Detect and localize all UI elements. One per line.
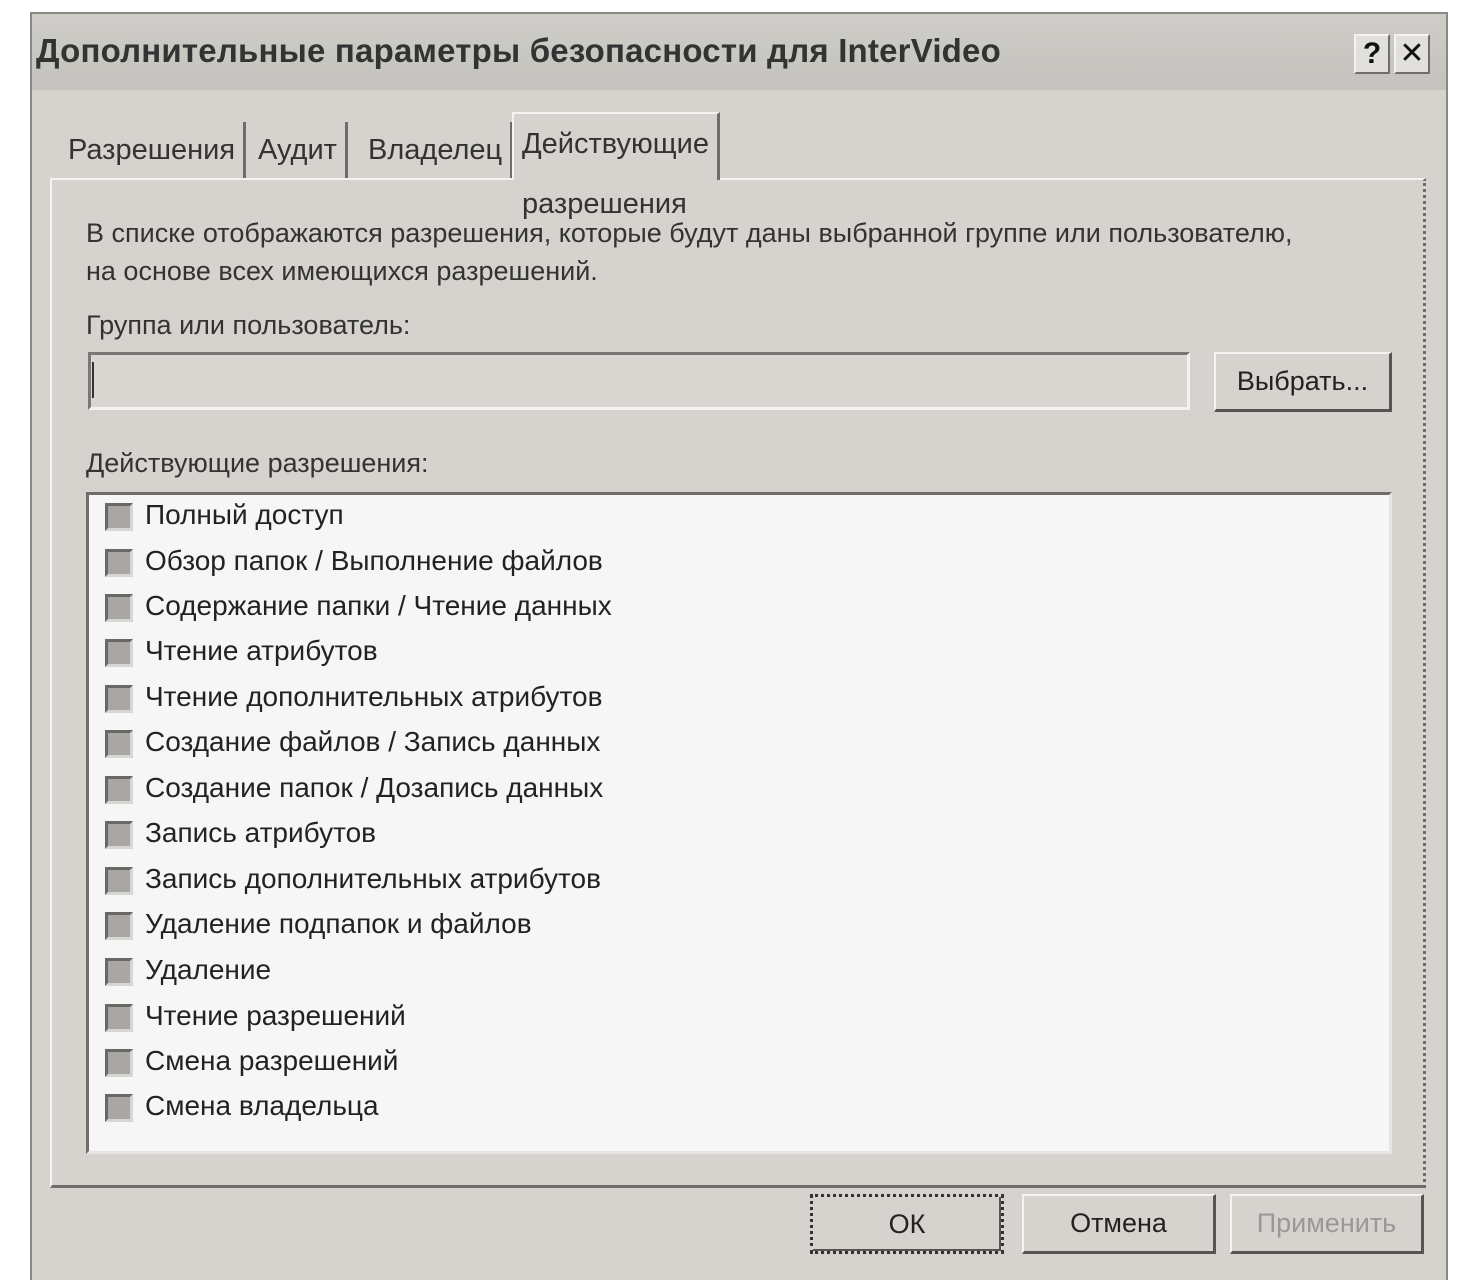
checkbox-change-permissions [105,1049,133,1077]
help-button[interactable]: ? [1354,34,1390,74]
permission-label: Обзор папок / Выполнение файлов [145,545,603,576]
tab-owner[interactable]: Владелец [360,122,514,178]
permission-label: Смена владельца [145,1090,379,1121]
title-bar: Дополнительные параметры безопасности дл… [32,14,1446,90]
permission-label: Создание файлов / Запись данных [145,726,601,757]
tab-audit[interactable]: Аудит [250,122,348,178]
checkbox-list-read [105,594,133,622]
list-item: Создание файлов / Запись данных [105,726,1005,766]
list-item: Смена владельца [105,1090,1005,1130]
list-item: Запись атрибутов [105,817,1005,857]
list-item: Полный доступ [105,499,1005,539]
list-item: Чтение разрешений [105,1000,1005,1040]
list-item: Чтение атрибутов [105,635,1005,675]
permission-label: Смена разрешений [145,1045,399,1076]
description-text: В списке отображаются разрешения, которы… [86,214,1386,290]
security-dialog: Дополнительные параметры безопасности дл… [30,12,1448,1280]
close-button[interactable]: ✕ [1394,34,1430,74]
permission-label: Удаление [145,954,272,985]
checkbox-read-attributes [105,639,133,667]
checkbox-write-ext-attributes [105,867,133,895]
checkbox-delete-subfolders [105,912,133,940]
checkbox-full-access [105,503,133,531]
permission-label: Запись дополнительных атрибутов [145,863,601,894]
checkbox-read-permissions [105,1004,133,1032]
list-item: Смена разрешений [105,1045,1005,1085]
description-line-2: на основе всех имеющихся разрешений. [86,256,598,286]
permission-label: Запись атрибутов [145,817,377,848]
cancel-button[interactable]: Отмена [1022,1194,1216,1254]
description-line-1: В списке отображаются разрешения, которы… [86,218,1293,248]
list-item: Удаление подпапок и файлов [105,908,1005,948]
select-button[interactable]: Выбрать... [1214,352,1392,412]
tab-effective-permissions[interactable]: Действующие разрешения [512,112,720,220]
permission-label: Полный доступ [145,499,344,530]
permission-label: Чтение дополнительных атрибутов [145,681,603,712]
permission-label: Чтение разрешений [145,1000,406,1031]
list-item: Обзор папок / Выполнение файлов [105,545,1005,585]
list-item: Содержание папки / Чтение данных [105,590,1005,630]
ok-button[interactable]: ОК [810,1194,1004,1254]
permission-label: Чтение атрибутов [145,635,378,666]
permissions-list[interactable]: Полный доступ Обзор папок / Выполнение ф… [86,492,1392,1154]
checkbox-read-ext-attributes [105,685,133,713]
effective-permissions-label: Действующие разрешения: [86,448,429,478]
permission-label: Содержание папки / Чтение данных [145,590,612,621]
group-user-input[interactable] [88,352,1190,410]
list-item: Чтение дополнительных атрибутов [105,681,1005,721]
permission-label: Создание папок / Дозапись данных [145,772,604,803]
checkbox-delete [105,958,133,986]
checkbox-write-attributes [105,821,133,849]
checkbox-traverse-execute [105,549,133,577]
text-cursor [92,362,94,398]
apply-button[interactable]: Применить [1230,1194,1424,1254]
list-item: Удаление [105,954,1005,994]
list-item: Запись дополнительных атрибутов [105,863,1005,903]
tab-permissions[interactable]: Разрешения [60,122,247,178]
checkbox-create-files [105,730,133,758]
dialog-title: Дополнительные параметры безопасности дл… [36,32,1001,69]
tab-panel: В списке отображаются разрешения, которы… [50,178,1426,1188]
permission-label: Удаление подпапок и файлов [145,908,532,939]
list-item: Создание папок / Дозапись данных [105,772,1005,812]
checkbox-create-folders [105,776,133,804]
group-label: Группа или пользователь: [86,310,411,340]
checkbox-take-ownership [105,1094,133,1122]
